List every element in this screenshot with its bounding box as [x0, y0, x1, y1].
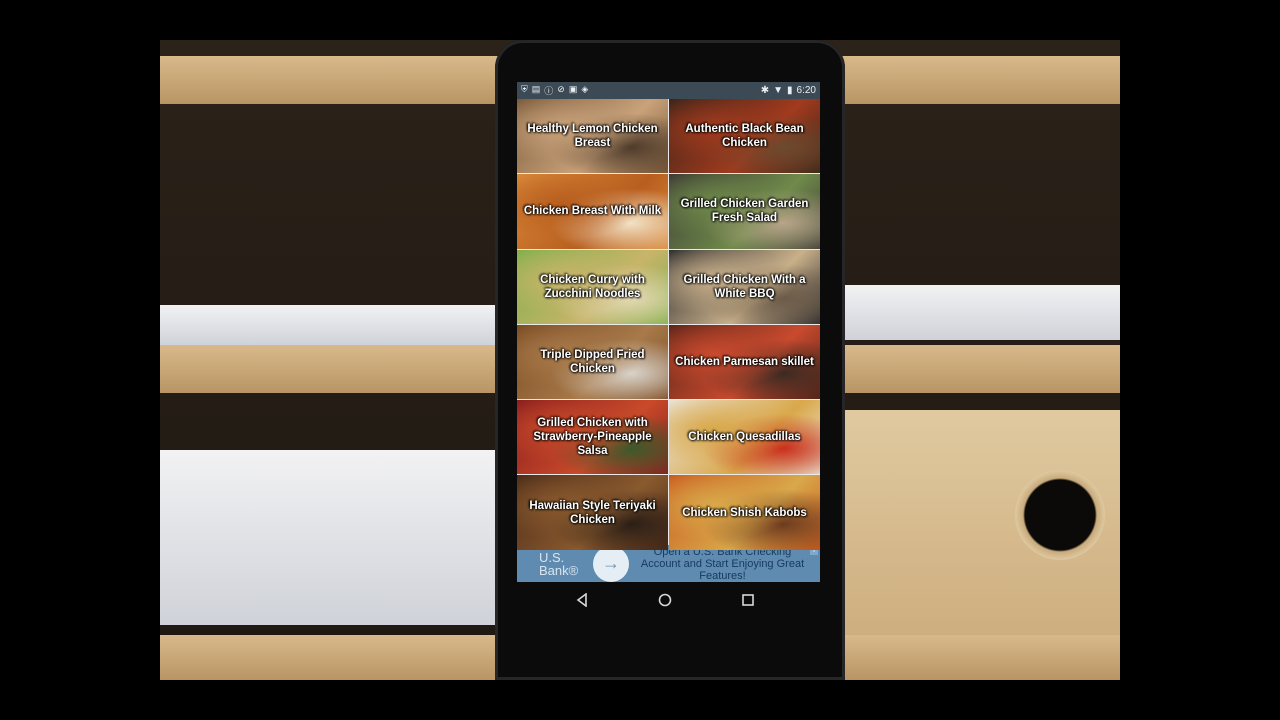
ad-brand: U.S. Bank®	[539, 549, 579, 578]
recipe-title: Chicken Curry with Zucchini Noodles	[540, 273, 645, 300]
ad-text: Open a U.S. Bank Checking Account and St…	[640, 545, 805, 582]
drawer-hole	[1015, 470, 1105, 560]
recipe-tile[interactable]: Chicken Breast With Milk	[517, 174, 668, 249]
recipe-title: Healthy Lemon Chicken Breast	[527, 123, 658, 150]
wifi-icon: ▼	[773, 85, 784, 96]
lock-icon: ▣	[568, 84, 578, 94]
crossed-icon: ⊘	[557, 84, 565, 94]
recipe-title: Chicken Quesadillas	[688, 431, 801, 444]
home-circle-icon[interactable]	[650, 585, 680, 615]
recipe-grid: Healthy Lemon Chicken Breast Authentic Bl…	[517, 99, 820, 550]
recipe-tile[interactable]: Grilled Chicken with Strawberry-Pineappl…	[517, 400, 668, 475]
paper-stack-upper	[160, 305, 500, 345]
paper-stack-lower	[160, 450, 500, 625]
notification-icons: ⛨ ▤ ⓘ ⊘ ▣ ◈	[521, 84, 588, 97]
shield-icon: ⛨	[521, 84, 528, 94]
back-triangle-icon[interactable]	[567, 585, 597, 615]
recipe-title: Chicken Parmesan skillet	[675, 356, 814, 369]
ad-banner[interactable]: U.S. Bank® → Open a U.S. Bank Checking A…	[517, 545, 820, 582]
recipe-tile[interactable]: Triple Dipped Fried Chicken	[517, 324, 668, 400]
recipe-tile[interactable]: Grilled Chicken Garden Fresh Salad	[669, 174, 820, 249]
navigation-bar	[540, 582, 790, 618]
system-icons: ✱ ▼ ▮ 6:20	[761, 85, 816, 96]
arrow-right-icon[interactable]: →	[593, 545, 629, 582]
recipe-tile[interactable]: Grilled Chicken With a White BBQ	[669, 249, 820, 324]
recents-square-icon[interactable]	[733, 585, 763, 615]
recipe-title: Grilled Chicken with Strawberry-Pineappl…	[533, 417, 652, 458]
android-icon: ◈	[581, 84, 589, 94]
recipe-tile[interactable]: Hawaiian Style Teriyaki Chicken	[517, 475, 668, 550]
recipe-title: Hawaiian Style Teriyaki Chicken	[529, 499, 656, 526]
phone-screen: ⛨ ▤ ⓘ ⊘ ▣ ◈ ✱ ▼ ▮ 6:20 Healthy Lemon Chi…	[517, 82, 820, 582]
recipe-tile[interactable]: Chicken Curry with Zucchini Noodles	[517, 249, 668, 324]
recipe-tile[interactable]: Chicken Shish Kabobs	[669, 475, 820, 550]
recipe-title: Authentic Black Bean Chicken	[685, 123, 804, 150]
recipe-title: Triple Dipped Fried Chicken	[540, 349, 645, 376]
recipe-title: Grilled Chicken With a White BBQ	[683, 273, 806, 300]
clock: 6:20	[796, 85, 816, 96]
bluetooth-icon: ✱	[760, 85, 770, 96]
recipe-title: Grilled Chicken Garden Fresh Salad	[680, 198, 809, 225]
recipe-tile[interactable]: Chicken Quesadillas	[669, 400, 820, 475]
message-icon: ▤	[531, 84, 541, 94]
recipe-tile[interactable]: Authentic Black Bean Chicken	[669, 99, 820, 174]
recipe-tile[interactable]: Healthy Lemon Chicken Breast	[517, 99, 668, 174]
recipe-title: Chicken Breast With Milk	[523, 205, 662, 218]
recipe-title: Chicken Shish Kabobs	[682, 506, 807, 519]
recipe-tile[interactable]: Chicken Parmesan skillet	[669, 324, 820, 400]
battery-icon: ▮	[787, 85, 793, 96]
paper-stack-upper-right	[840, 285, 1120, 340]
info-icon: ⓘ	[544, 86, 554, 96]
status-bar: ⛨ ▤ ⓘ ⊘ ▣ ◈ ✱ ▼ ▮ 6:20	[517, 82, 820, 99]
